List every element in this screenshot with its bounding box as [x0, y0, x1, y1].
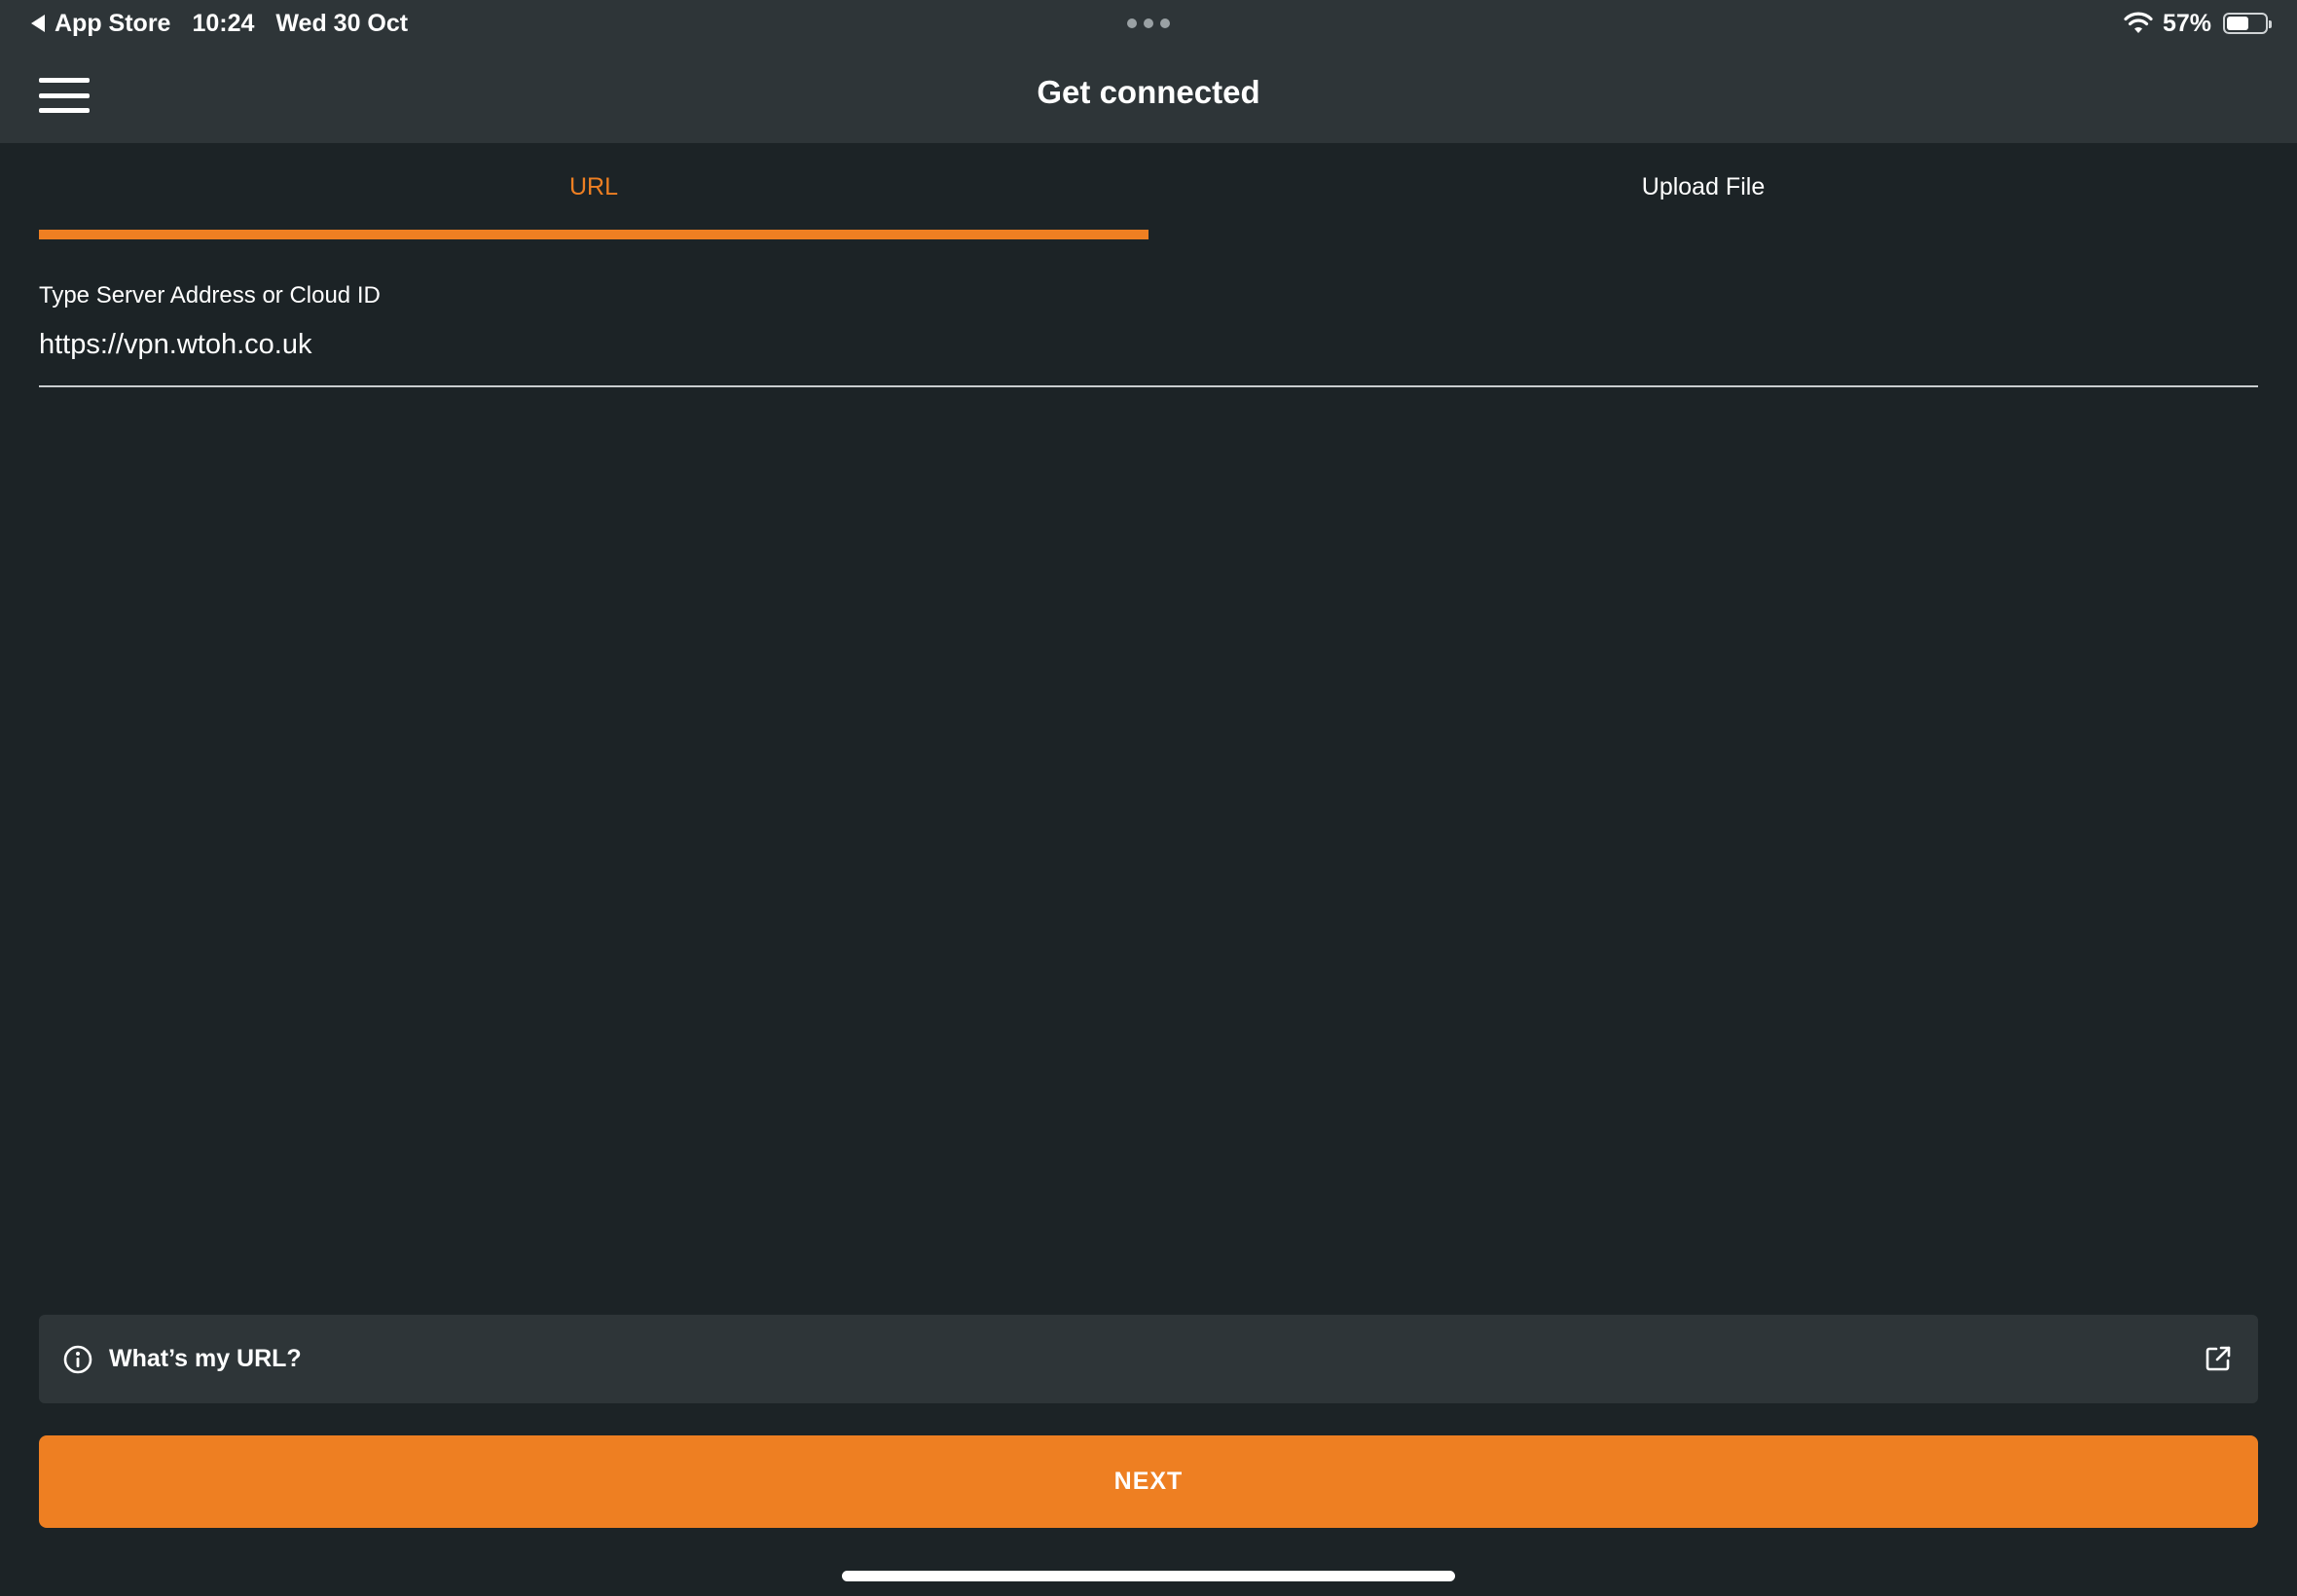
home-indicator[interactable]: [842, 1571, 1455, 1581]
info-icon: [63, 1345, 92, 1373]
more-dots-icon[interactable]: [1127, 18, 1170, 29]
server-address-label: Type Server Address or Cloud ID: [39, 282, 381, 308]
status-left[interactable]: App Store 10:24 Wed 30 Oct: [31, 7, 408, 40]
active-tab-indicator: [39, 230, 1148, 239]
whats-my-url-link[interactable]: What’s my URL?: [39, 1315, 2258, 1403]
dot: [1144, 18, 1153, 28]
back-app-label[interactable]: App Store: [55, 10, 170, 38]
whats-my-url-text: What’s my URL?: [109, 1345, 302, 1372]
server-address-input[interactable]: [39, 321, 2258, 387]
back-arrow-icon[interactable]: [31, 15, 45, 32]
tab-url[interactable]: URL: [39, 143, 1148, 240]
status-right: 57%: [2124, 7, 2272, 40]
status-date: Wed 30 Oct: [275, 9, 409, 37]
battery-percent: 57%: [2162, 9, 2211, 37]
dot: [1160, 18, 1170, 28]
app-header: App Store 10:24 Wed 30 Oct 57% Get conne…: [0, 0, 2297, 143]
status-bar: App Store 10:24 Wed 30 Oct 57%: [0, 0, 2297, 47]
page-title: Get connected: [1037, 74, 1260, 110]
status-time: 10:24: [192, 9, 255, 37]
battery-fill: [2227, 17, 2248, 30]
wifi-icon: [2124, 12, 2153, 33]
external-link-icon: [2206, 1346, 2231, 1371]
battery-icon: [2223, 13, 2272, 34]
tab-upload-file[interactable]: Upload File: [1148, 143, 2258, 240]
tab-bar: URL Upload File: [39, 143, 2258, 240]
dot: [1127, 18, 1137, 28]
next-button[interactable]: NEXT: [39, 1435, 2258, 1528]
